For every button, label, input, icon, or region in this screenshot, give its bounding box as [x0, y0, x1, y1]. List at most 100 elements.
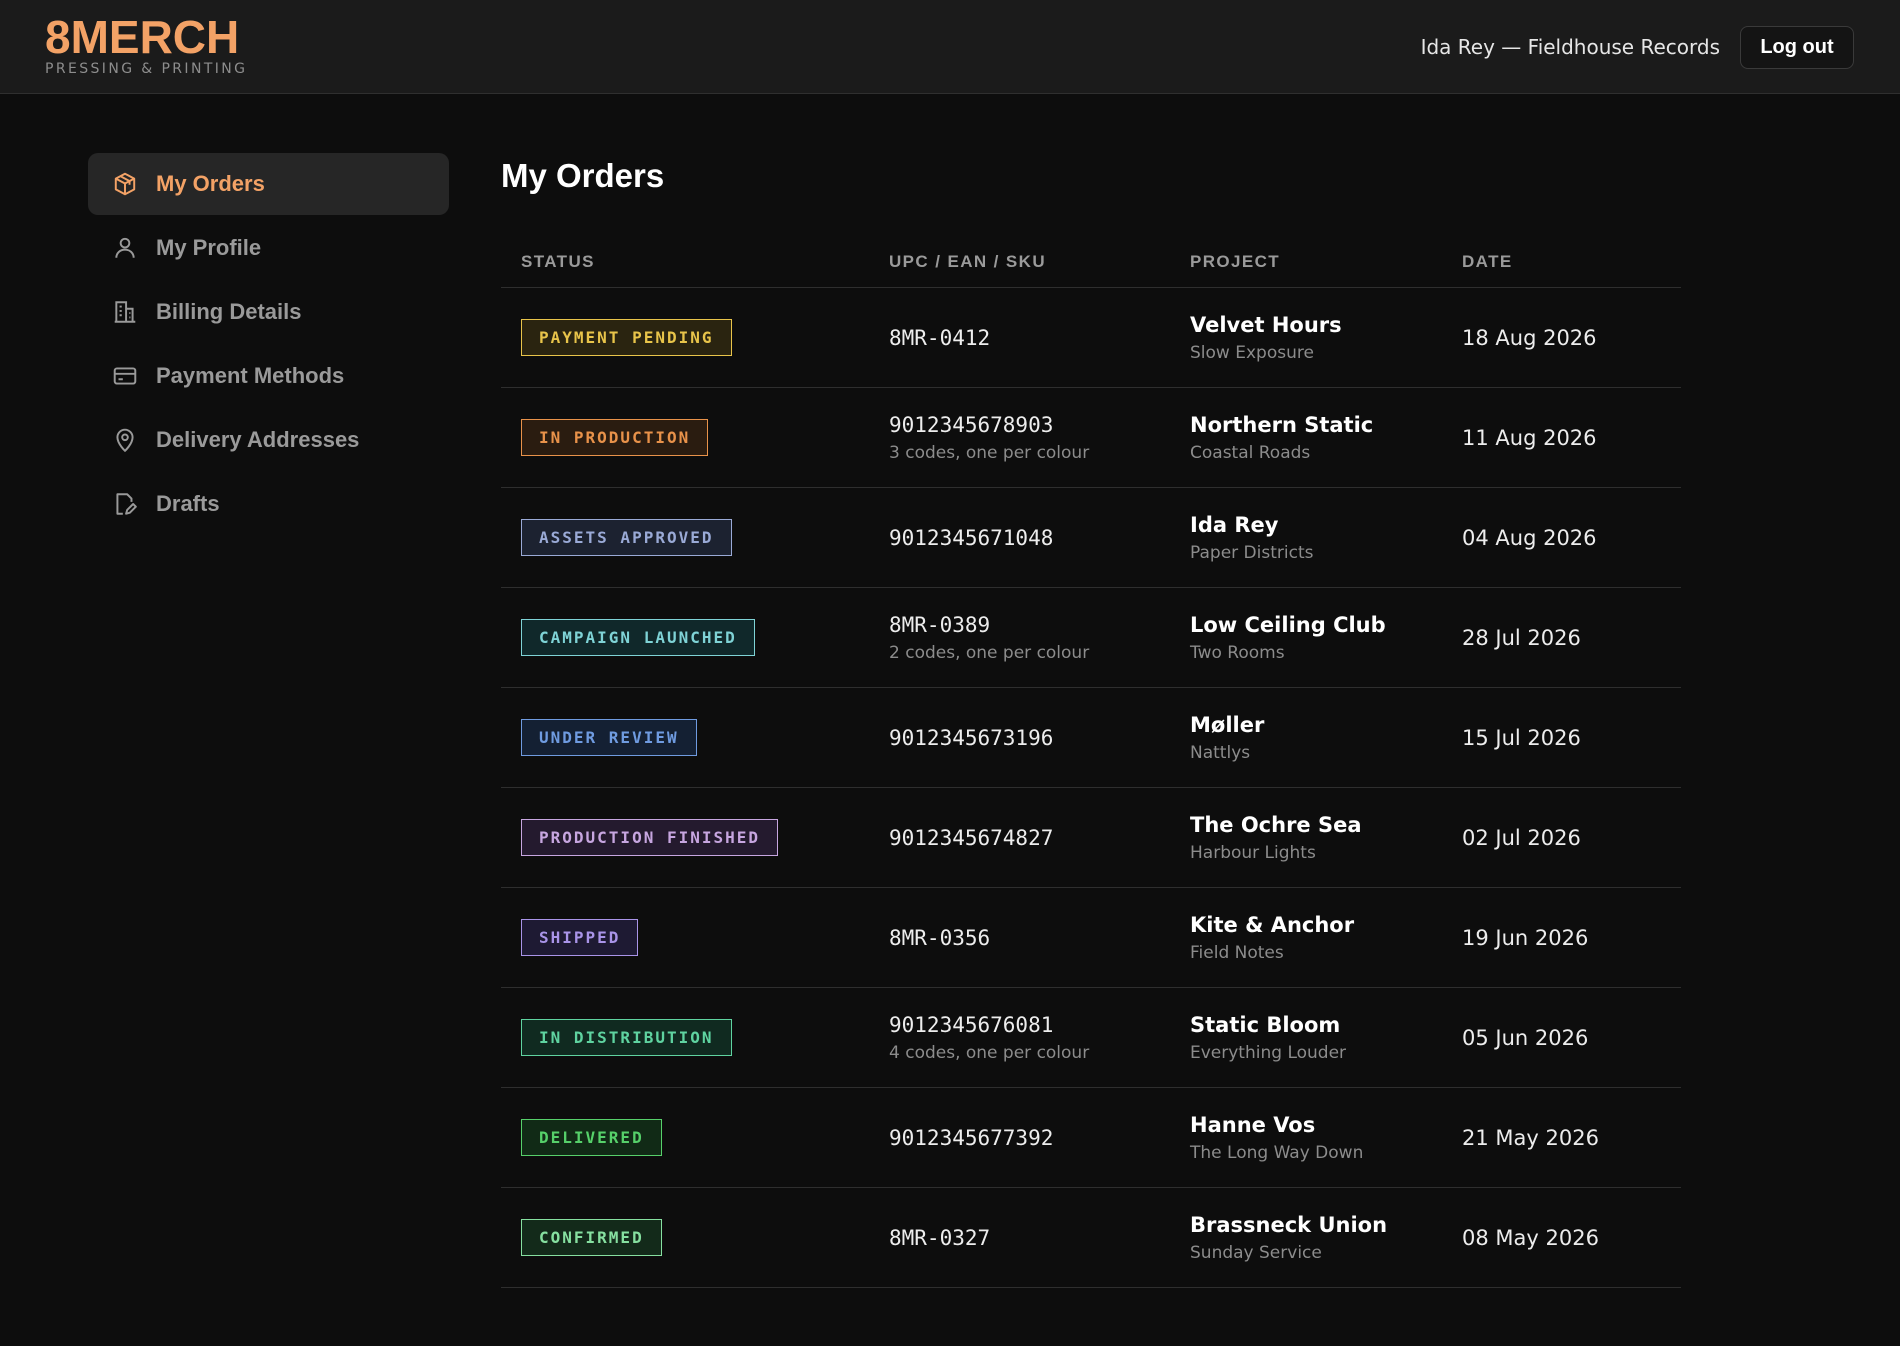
status-badge: UNDER REVIEW [521, 719, 697, 756]
status-cell: IN PRODUCTION [501, 419, 889, 456]
order-code: 9012345671048 [889, 525, 1054, 550]
project-name: Møller [1190, 712, 1265, 737]
order-code: 9012345674827 [889, 825, 1054, 850]
logout-button[interactable]: Log out [1740, 26, 1854, 69]
order-date: 02 Jul 2026 [1462, 825, 1581, 850]
table-row[interactable]: IN DISTRIBUTION 9012345676081 4 codes, one… [501, 988, 1681, 1088]
order-date: 15 Jul 2026 [1462, 725, 1581, 750]
code-cell: 9012345674827 [889, 826, 1190, 850]
top-bar: 8MERCH PRESSING & PRINTING Ida Rey — Fie… [0, 0, 1900, 94]
project-cell: Static Bloom Everything Louder [1190, 1013, 1462, 1063]
building-icon [112, 299, 138, 325]
status-badge: PRODUCTION FINISHED [521, 819, 779, 856]
status-cell: CAMPAIGN LAUNCHED [501, 619, 889, 656]
order-date: 05 Jun 2026 [1462, 1025, 1589, 1050]
order-date: 08 May 2026 [1462, 1225, 1599, 1250]
code-cell: 9012345677392 [889, 1126, 1190, 1150]
code-cell: 8MR-0389 2 codes, one per colour [889, 613, 1190, 663]
table-row[interactable]: ASSETS APPROVED 9012345671048 Ida Rey Paper… [501, 488, 1681, 588]
status-cell: DELIVERED [501, 1119, 889, 1156]
status-cell: UNDER REVIEW [501, 719, 889, 756]
draft-file-icon [112, 491, 138, 517]
status-cell: IN DISTRIBUTION [501, 1019, 889, 1056]
sidebar-item-delivery-addresses[interactable]: Delivery Addresses [88, 409, 449, 471]
status-badge: CAMPAIGN LAUNCHED [521, 619, 755, 656]
project-artist: Harbour Lights [1190, 842, 1316, 863]
order-code: 8MR-0389 [889, 612, 991, 637]
table-row[interactable]: PRODUCTION FINISHED 9012345674827 The Ochr… [501, 788, 1681, 888]
table-body: PAYMENT PENDING 8MR-0412 Velvet Hours Slow … [501, 288, 1681, 1288]
code-cell: 8MR-0327 [889, 1226, 1190, 1250]
project-name: Static Bloom [1190, 1012, 1341, 1037]
project-cell: Brassneck Union Sunday Service [1190, 1213, 1462, 1263]
status-badge: DELIVERED [521, 1119, 662, 1156]
order-code: 8MR-0356 [889, 925, 991, 950]
package-icon [112, 171, 138, 197]
table-row[interactable]: PAYMENT PENDING 8MR-0412 Velvet Hours Slow … [501, 288, 1681, 388]
order-code: 8MR-0327 [889, 1225, 991, 1250]
sidebar-item-label: My Orders [156, 171, 265, 196]
table-row[interactable]: DELIVERED 9012345677392 Hanne Vos The Long … [501, 1088, 1681, 1188]
sidebar-item-payment-methods[interactable]: Payment Methods [88, 345, 449, 407]
order-date: 21 May 2026 [1462, 1125, 1599, 1150]
project-cell: Velvet Hours Slow Exposure [1190, 313, 1462, 363]
order-date: 28 Jul 2026 [1462, 625, 1581, 650]
project-name: Hanne Vos [1190, 1112, 1316, 1137]
order-date: 11 Aug 2026 [1462, 425, 1597, 450]
sidebar-item-label: My Profile [156, 235, 262, 260]
project-artist: Two Rooms [1190, 642, 1285, 663]
sidebar-item-my-orders[interactable]: My Orders [88, 153, 449, 215]
project-cell: The Ochre Sea Harbour Lights [1190, 813, 1462, 863]
order-date: 04 Aug 2026 [1462, 525, 1597, 550]
status-badge: IN DISTRIBUTION [521, 1019, 732, 1056]
project-cell: Ida Rey Paper Districts [1190, 513, 1462, 563]
table-row[interactable]: UNDER REVIEW 9012345673196 Møller Nattlys 15… [501, 688, 1681, 788]
project-name: Velvet Hours [1190, 312, 1342, 337]
order-code: 9012345676081 [889, 1012, 1054, 1037]
table-row[interactable]: CONFIRMED 8MR-0327 Brassneck Union Sunday S… [501, 1188, 1681, 1288]
status-badge: IN PRODUCTION [521, 419, 709, 456]
sidebar-item-my-profile[interactable]: My Profile [88, 217, 449, 279]
column-header-project[interactable]: PROJECT [1190, 252, 1462, 272]
column-header-code[interactable]: UPC / EAN / SKU [889, 252, 1190, 272]
sidebar-item-billing-details[interactable]: Billing Details [88, 281, 449, 343]
column-header-status[interactable]: STATUS [501, 252, 889, 272]
project-artist: Paper Districts [1190, 542, 1314, 563]
status-cell: PRODUCTION FINISHED [501, 819, 889, 856]
table-row[interactable]: IN PRODUCTION 9012345678903 3 codes, one p… [501, 388, 1681, 488]
order-code: 9012345677392 [889, 1125, 1054, 1150]
project-artist: Nattlys [1190, 742, 1251, 763]
table-row[interactable]: CAMPAIGN LAUNCHED 8MR-0389 2 codes, one pe… [501, 588, 1681, 688]
status-cell: SHIPPED [501, 919, 889, 956]
code-note: 3 codes, one per colour [889, 442, 1090, 463]
status-badge: SHIPPED [521, 919, 639, 956]
logo-tagline: PRESSING & PRINTING [45, 61, 248, 77]
project-name: Brassneck Union [1190, 1212, 1388, 1237]
orders-table: STATUS UPC / EAN / SKU PROJECT DATE PAYM… [501, 237, 1681, 1288]
code-cell: 9012345673196 [889, 726, 1190, 750]
brand-logo[interactable]: 8MERCH PRESSING & PRINTING [45, 14, 247, 77]
user-icon [112, 235, 138, 261]
order-date: 19 Jun 2026 [1462, 925, 1589, 950]
order-date: 18 Aug 2026 [1462, 325, 1597, 350]
sidebar-item-label: Drafts [156, 491, 220, 516]
status-cell: ASSETS APPROVED [501, 519, 889, 556]
project-cell: Hanne Vos The Long Way Down [1190, 1113, 1462, 1163]
credit-card-icon [112, 363, 138, 389]
order-code: 8MR-0412 [889, 325, 991, 350]
code-note: 2 codes, one per colour [889, 642, 1090, 663]
code-cell: 8MR-0412 [889, 326, 1190, 350]
logo-wordmark: 8MERCH [45, 11, 240, 63]
page-title: My Orders [501, 157, 665, 194]
table-row[interactable]: SHIPPED 8MR-0356 Kite & Anchor Field Notes 1… [501, 888, 1681, 988]
project-cell: Kite & Anchor Field Notes [1190, 913, 1462, 963]
table-header: STATUS UPC / EAN / SKU PROJECT DATE [501, 237, 1681, 288]
status-badge: ASSETS APPROVED [521, 519, 732, 556]
column-header-date[interactable]: DATE [1462, 252, 1681, 272]
project-cell: Low Ceiling Club Two Rooms [1190, 613, 1462, 663]
code-note: 4 codes, one per colour [889, 1042, 1090, 1063]
project-name: The Ochre Sea [1190, 812, 1362, 837]
sidebar-item-drafts[interactable]: Drafts [88, 473, 449, 535]
project-artist: Coastal Roads [1190, 442, 1311, 463]
code-cell: 9012345676081 4 codes, one per colour [889, 1013, 1190, 1063]
